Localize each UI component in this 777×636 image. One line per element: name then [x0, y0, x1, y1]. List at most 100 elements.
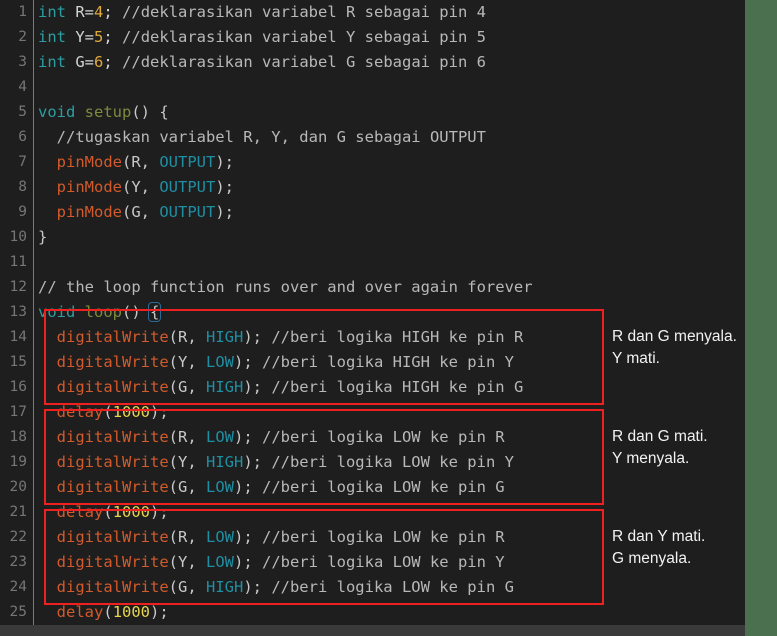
line-number: 24 — [9, 579, 27, 595]
token-cmt: //beri logika HIGH ke pin G — [271, 378, 524, 396]
token-const: LOW — [205, 428, 234, 446]
code-text[interactable]: int Y=5; //deklarasikan variabel Y sebag… — [38, 25, 486, 50]
line-number: 13 — [9, 304, 27, 320]
desktop-background-strip — [745, 0, 777, 625]
gutter-divider — [33, 525, 34, 550]
code-line[interactable]: 12 // the loop function runs over and ove… — [0, 275, 745, 300]
token-punct: (Y, — [168, 453, 206, 471]
gutter-divider — [33, 0, 34, 25]
token-num2: 1000 — [112, 403, 151, 421]
token-const: HIGH — [205, 328, 244, 346]
code-line[interactable]: 24 digitalWrite(G, HIGH); //beri logika … — [0, 575, 745, 600]
token-kw: void — [38, 303, 76, 321]
gutter-divider — [33, 25, 34, 50]
code-line[interactable]: 21 delay(1000); — [0, 500, 745, 525]
code-text[interactable]: digitalWrite(Y, HIGH); //beri logika LOW… — [38, 450, 514, 475]
code-text[interactable]: // the loop function runs over and over … — [38, 275, 533, 300]
code-line[interactable]: 10} — [0, 225, 745, 250]
code-text[interactable]: digitalWrite(R, LOW); //beri logika LOW … — [38, 525, 505, 550]
code-line[interactable]: 3 int G=6; //deklarasikan variabel G seba… — [0, 50, 745, 75]
token-const: LOW — [205, 553, 234, 571]
line-number: 16 — [9, 379, 27, 395]
code-line[interactable]: 17 delay(1000); — [0, 400, 745, 425]
token-const: OUTPUT — [159, 203, 216, 221]
line-number: 8 — [18, 179, 27, 195]
line-number: 9 — [18, 204, 27, 220]
line-number: 15 — [9, 354, 27, 370]
code-text[interactable]: digitalWrite(R, LOW); //beri logika LOW … — [38, 425, 505, 450]
code-line[interactable]: 1 int R=4; //deklarasikan variabel R seba… — [0, 0, 745, 25]
token-punct: ); — [243, 453, 272, 471]
code-text[interactable]: digitalWrite(G, LOW); //beri logika LOW … — [38, 475, 505, 500]
code-line[interactable]: 2 int Y=5; //deklarasikan variabel Y seba… — [0, 25, 745, 50]
token-cmt: //tugaskan variabel R, Y, dan G sebagai … — [56, 128, 486, 146]
token-punct: (R, — [168, 328, 206, 346]
token-func: digitalWrite — [56, 378, 169, 396]
token-const: LOW — [205, 478, 234, 496]
token-func: digitalWrite — [56, 353, 169, 371]
token-const: OUTPUT — [159, 178, 216, 196]
code-editor[interactable]: 1 int R=4; //deklarasikan variabel R seba… — [0, 0, 745, 636]
code-text[interactable]: pinMode(R, OUTPUT); — [38, 150, 234, 175]
token-plain: Y= — [75, 28, 95, 46]
token-punct: } — [38, 228, 48, 246]
token-punct: ); — [243, 378, 272, 396]
token-cmt: //beri logika LOW ke pin Y — [261, 553, 505, 571]
code-text[interactable]: digitalWrite(Y, LOW); //beri logika HIGH… — [38, 350, 514, 375]
token-punct: (R, — [168, 528, 206, 546]
code-line[interactable]: 9 pinMode(G, OUTPUT); — [0, 200, 745, 225]
token-punct: ); — [243, 328, 272, 346]
code-text[interactable]: //tugaskan variabel R, Y, dan G sebagai … — [38, 125, 486, 150]
code-text[interactable]: digitalWrite(R, HIGH); //beri logika HIG… — [38, 325, 524, 350]
token-func: digitalWrite — [56, 453, 169, 471]
token-plain: ; — [103, 53, 123, 71]
token-punct: ); — [215, 203, 234, 221]
code-line[interactable]: 25 delay(1000); — [0, 600, 745, 625]
line-number: 17 — [9, 404, 27, 420]
code-text[interactable]: void setup() { — [38, 100, 169, 125]
code-text[interactable]: delay(1000); — [38, 600, 169, 625]
code-text[interactable]: } — [38, 225, 47, 250]
token-kw: int — [38, 3, 66, 21]
code-text[interactable]: pinMode(G, OUTPUT); — [38, 200, 234, 225]
code-text[interactable]: int R=4; //deklarasikan variabel R sebag… — [38, 0, 486, 25]
code-text[interactable]: delay(1000); — [38, 500, 169, 525]
gutter-divider — [33, 100, 34, 125]
token-const: HIGH — [205, 378, 244, 396]
token-func: delay — [56, 603, 104, 621]
code-text[interactable]: digitalWrite(G, HIGH); //beri logika HIG… — [38, 375, 524, 400]
code-text[interactable]: digitalWrite(G, HIGH); //beri logika LOW… — [38, 575, 514, 600]
token-punct: ); — [215, 178, 234, 196]
code-line[interactable]: 8 pinMode(Y, OUTPUT); — [0, 175, 745, 200]
code-text[interactable]: pinMode(Y, OUTPUT); — [38, 175, 234, 200]
token-func: pinMode — [56, 153, 122, 171]
code-line[interactable]: 6 //tugaskan variabel R, Y, dan G sebaga… — [0, 125, 745, 150]
code-line[interactable]: 13 void loop() { — [0, 300, 745, 325]
line-number: 11 — [9, 254, 27, 270]
code-line[interactable]: 20 digitalWrite(G, LOW); //beri logika L… — [0, 475, 745, 500]
code-line[interactable]: 5 void setup() { — [0, 100, 745, 125]
code-text[interactable]: void loop() { — [38, 300, 162, 325]
code-text[interactable]: delay(1000); — [38, 400, 169, 425]
token-func: digitalWrite — [56, 578, 169, 596]
annotation-label-block-2: R dan G mati. Y menyala. — [612, 428, 708, 467]
token-punct: ); — [233, 428, 262, 446]
code-text[interactable]: digitalWrite(Y, LOW); //beri logika LOW … — [38, 550, 505, 575]
code-line[interactable]: 4 — [0, 75, 745, 100]
code-line[interactable]: 11 — [0, 250, 745, 275]
code-line[interactable]: 16 digitalWrite(G, HIGH); //beri logika … — [0, 375, 745, 400]
code-text[interactable]: int G=6; //deklarasikan variabel G sebag… — [38, 50, 486, 75]
code-line[interactable]: 7 pinMode(R, OUTPUT); — [0, 150, 745, 175]
line-number: 7 — [18, 154, 27, 170]
